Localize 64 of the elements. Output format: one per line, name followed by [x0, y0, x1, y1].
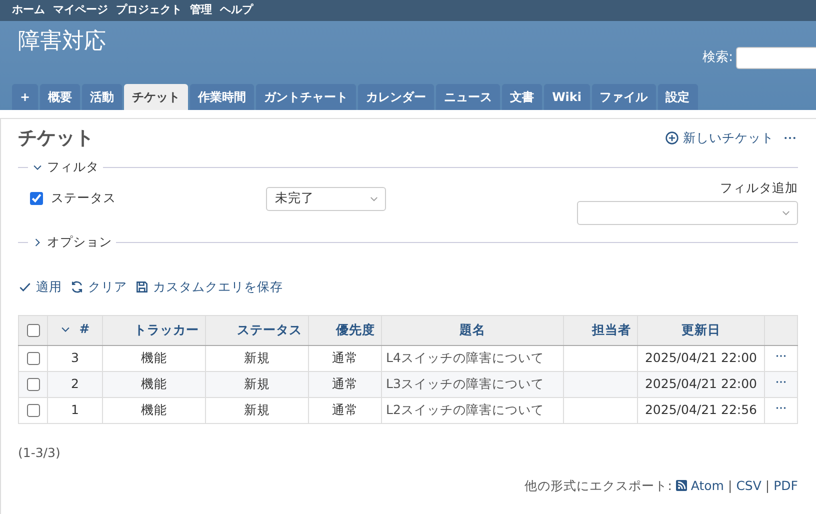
table-cell: 2025/04/21 22:00 — [644, 350, 758, 365]
new-issue-link[interactable]: 新しいチケット — [665, 129, 774, 148]
add-icon — [665, 131, 679, 146]
top-menu-link[interactable]: ホーム — [12, 2, 45, 19]
tab[interactable]: チケット — [124, 84, 188, 110]
search-label: 検索: — [702, 49, 733, 68]
project-title: 障害対応 — [17, 28, 107, 56]
select-all-checkbox[interactable] — [26, 324, 40, 337]
table-cell: 通常 — [332, 376, 358, 391]
table-cell: 新規 — [244, 402, 270, 417]
export-link[interactable]: CSV — [736, 476, 762, 496]
tab[interactable]: + — [12, 84, 38, 110]
action-link[interactable]: クリア — [70, 278, 127, 297]
top-menu-link[interactable]: 管理 — [190, 2, 212, 19]
tab[interactable]: ファイル — [592, 84, 656, 110]
pagination-count: (1-3/3) — [18, 444, 62, 462]
refresh-icon — [70, 280, 84, 294]
filter-checkbox[interactable] — [30, 192, 43, 206]
table-cell: 機能 — [141, 402, 167, 417]
table-cell: 2 — [71, 376, 79, 391]
table-cell: 1 — [71, 402, 79, 417]
top-menu-link[interactable]: プロジェクト — [116, 2, 182, 19]
status-select[interactable]: 未完了 — [266, 186, 386, 211]
table-cell: 2025/04/21 22:56 — [644, 402, 758, 417]
tab[interactable]: 概要 — [40, 84, 80, 110]
table-cell: 新規 — [244, 376, 270, 391]
row-checkbox[interactable] — [26, 404, 40, 417]
tab[interactable]: ニュース — [436, 84, 500, 110]
add-filter-label: フィルタ追加 — [720, 178, 798, 197]
separator: | — [728, 476, 732, 495]
top-menu-link[interactable]: マイページ — [53, 2, 108, 19]
tab[interactable]: Wiki — [544, 84, 590, 110]
export-link[interactable]: Atom — [676, 476, 724, 496]
action-link[interactable]: 適用 — [18, 278, 62, 297]
export-label: 他の形式にエクスポート: — [524, 476, 672, 495]
save-icon — [135, 280, 149, 294]
feed-icon — [676, 480, 687, 492]
table-cell: 機能 — [141, 376, 167, 391]
tab[interactable]: 設定 — [658, 84, 698, 110]
tab[interactable]: カレンダー — [358, 84, 434, 110]
table-cell: 2025/04/21 22:00 — [644, 376, 758, 391]
row-checkbox[interactable] — [26, 352, 40, 365]
top-menu-link[interactable]: ヘルプ — [220, 2, 253, 19]
check-icon — [18, 280, 32, 294]
export-link[interactable]: PDF — [774, 476, 798, 496]
separator: | — [765, 476, 770, 495]
tab[interactable]: 作業時間 — [190, 84, 254, 110]
tab[interactable]: ガントチャート — [256, 84, 356, 110]
table-cell: 新規 — [244, 350, 270, 365]
search-field[interactable] — [736, 47, 816, 69]
tab[interactable]: 文書 — [502, 84, 542, 110]
fieldset-toggle[interactable]: フィルタ — [32, 158, 99, 177]
table-cell: 通常 — [332, 350, 358, 365]
tab[interactable]: 活動 — [82, 84, 122, 110]
fieldset-toggle[interactable]: オプション — [32, 233, 112, 252]
table-cell: 通常 — [332, 402, 358, 417]
column-header[interactable]: 更新日 — [682, 320, 720, 340]
table-cell: 3 — [71, 350, 79, 365]
filter-label: ステータス — [51, 189, 116, 208]
action-link[interactable]: カスタムクエリを保存 — [135, 278, 283, 297]
column-header[interactable]: 題名 — [460, 320, 486, 340]
table-cell: 機能 — [141, 350, 167, 365]
page-title: チケット — [18, 127, 94, 150]
row-checkbox[interactable] — [26, 378, 40, 391]
